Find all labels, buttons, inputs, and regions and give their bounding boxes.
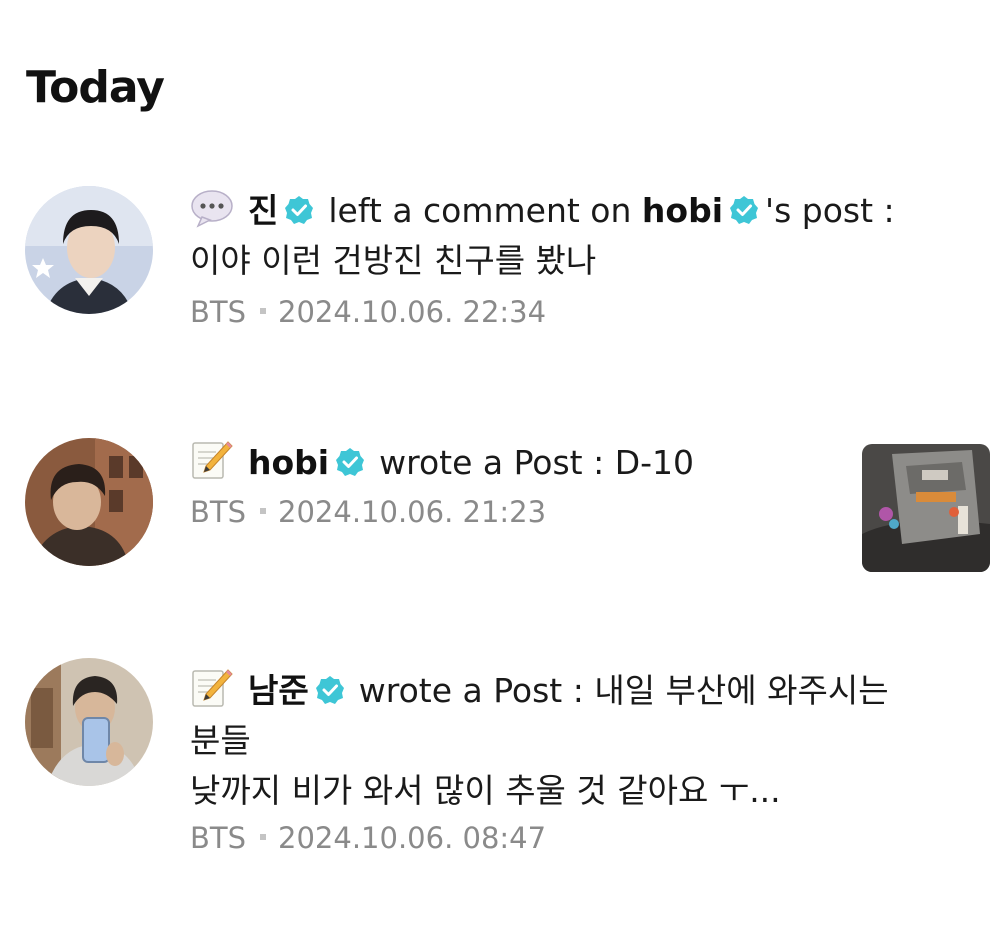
group-name: BTS	[190, 821, 247, 855]
action-text: left a comment on	[328, 191, 632, 230]
author-name[interactable]: 진	[248, 191, 278, 230]
notification-headline: 진 left a comment on hobi 's post :	[190, 186, 895, 236]
avatar[interactable]	[25, 438, 153, 566]
timestamp: 2024.10.06. 22:34	[278, 295, 547, 329]
avatar-hobi-image	[25, 438, 153, 566]
target-name[interactable]: hobi	[642, 191, 723, 230]
action-suffix: 's post :	[765, 191, 895, 230]
notification-headline: 남준 wrote a Post : 내일 부산에 와주시는	[190, 666, 889, 716]
separator-dot	[260, 508, 267, 514]
memo-icon	[190, 440, 234, 480]
timestamp: 2024.10.06. 21:23	[278, 495, 547, 529]
author-name[interactable]: 남준	[248, 671, 309, 710]
action-text: wrote a Post : 내일 부산에 와주시는	[358, 671, 889, 710]
verified-badge-icon	[729, 195, 759, 225]
notification-meta: BTS 2024.10.06. 22:34	[190, 292, 895, 332]
comment-text: 이야 이런 건방진 친구를 봤나	[190, 241, 597, 280]
verified-badge-icon	[284, 195, 314, 225]
author-name[interactable]: hobi	[248, 443, 329, 482]
avatar[interactable]	[25, 186, 153, 314]
notification-body: 진 left a comment on hobi 's post : 이야 이런 건…	[190, 186, 895, 332]
post-thumbnail-image	[862, 444, 990, 572]
avatar-jin-image	[25, 186, 153, 314]
action-text: wrote a Post : D-10	[379, 443, 695, 482]
post-text-line: 분들	[190, 721, 251, 760]
notification-body: hobi wrote a Post : D-10 BTS 2024.10.06. 2…	[190, 438, 694, 532]
group-name: BTS	[190, 495, 247, 529]
speech-bubble-icon	[190, 188, 234, 228]
timestamp: 2024.10.06. 08:47	[278, 821, 547, 855]
verified-badge-icon	[335, 447, 365, 477]
avatar[interactable]	[25, 658, 153, 786]
post-thumbnail[interactable]	[862, 444, 990, 572]
avatar-namjoon-image	[25, 658, 153, 786]
post-text-line: 낮까지 비가 와서 많이 추울 것 같아요 ㅜ...	[190, 771, 781, 810]
memo-icon	[190, 668, 234, 708]
notification-meta: BTS 2024.10.06. 08:47	[190, 818, 889, 858]
group-name: BTS	[190, 295, 247, 329]
separator-dot	[260, 834, 267, 840]
notification-meta: BTS 2024.10.06. 21:23	[190, 492, 694, 532]
section-title: Today	[26, 62, 165, 113]
notification-headline: hobi wrote a Post : D-10	[190, 438, 694, 488]
notification-body: 남준 wrote a Post : 내일 부산에 와주시는 분들 낮까지 비가 와…	[190, 666, 889, 858]
notifications-page: Today 진 left a comment on hobi 's post:…	[0, 0, 1000, 950]
separator-dot	[260, 308, 267, 314]
verified-badge-icon	[315, 675, 345, 705]
